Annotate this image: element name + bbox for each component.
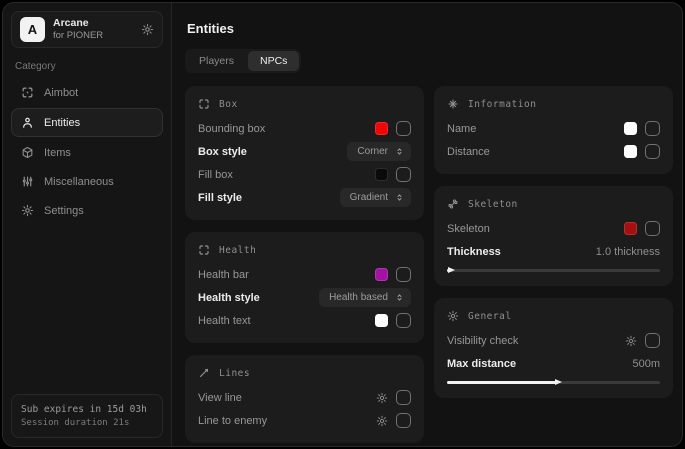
line-icon — [198, 367, 210, 379]
color-swatch[interactable] — [375, 314, 388, 327]
row-line-to-enemy: Line to enemy — [198, 409, 411, 432]
unfold-icon — [395, 193, 404, 202]
session-duration-text: Session duration 21s — [21, 417, 153, 430]
sidebar-item-label: Items — [44, 147, 71, 159]
tab-group: Players NPCs — [185, 49, 301, 73]
row-box-style: Box style Corner — [198, 140, 411, 163]
window: A Arcane for PIONER Category Aimbot Enti… — [2, 2, 683, 447]
page-title: Entities — [187, 21, 673, 36]
color-swatch[interactable] — [624, 122, 637, 135]
thickness-value: 1.0 thickness — [596, 246, 660, 258]
color-swatch[interactable] — [624, 222, 637, 235]
fill-box-checkbox[interactable] — [396, 167, 411, 182]
sidebar-item-label: Aimbot — [44, 87, 78, 99]
unfold-icon — [395, 147, 404, 156]
sidebar-item-aimbot[interactable]: Aimbot — [11, 79, 163, 106]
subscription-info: Sub expires in 15d 03h Session duration … — [11, 394, 163, 438]
sidebar-item-entities[interactable]: Entities — [11, 108, 163, 137]
category-label: Category — [15, 61, 159, 72]
card-title: Health — [219, 245, 256, 256]
sparkle-icon — [447, 98, 459, 110]
sidebar-item-label: Entities — [44, 117, 80, 129]
sidebar-item-label: Settings — [44, 205, 84, 217]
slider-thumb[interactable] — [448, 267, 455, 273]
row-fill-box: Fill box — [198, 163, 411, 186]
brand-card: A Arcane for PIONER — [11, 11, 163, 48]
brand-logo: A — [20, 17, 45, 42]
gear-icon[interactable] — [625, 335, 637, 347]
distance-checkbox[interactable] — [645, 144, 660, 159]
tab-players[interactable]: Players — [187, 51, 246, 71]
gear-icon[interactable] — [376, 392, 388, 404]
unfold-icon — [395, 293, 404, 302]
gear-icon — [447, 310, 459, 322]
sliders-icon — [21, 175, 34, 188]
bounding-box-checkbox[interactable] — [396, 121, 411, 136]
sidebar-item-miscellaneous[interactable]: Miscellaneous — [11, 168, 163, 195]
corners-icon — [198, 244, 210, 256]
max-distance-value: 500m — [632, 358, 660, 370]
sub-expires-text: Sub expires in 15d 03h — [21, 402, 153, 417]
fill-style-dropdown[interactable]: Gradient — [340, 188, 411, 207]
row-bounding-box: Bounding box — [198, 117, 411, 140]
corners-icon — [198, 98, 210, 110]
row-view-line: View line — [198, 386, 411, 409]
skeleton-checkbox[interactable] — [645, 221, 660, 236]
card-title: General — [468, 311, 512, 322]
name-checkbox[interactable] — [645, 121, 660, 136]
card-lines: Lines View line Line to enemy — [185, 355, 424, 443]
row-max-distance: Max distance 500m — [447, 352, 660, 375]
row-health-text: Health text — [198, 309, 411, 332]
card-title: Box — [219, 99, 238, 110]
card-title: Lines — [219, 368, 250, 379]
sidebar-item-label: Miscellaneous — [44, 176, 114, 188]
visibility-check-checkbox[interactable] — [645, 333, 660, 348]
gear-icon[interactable] — [141, 23, 154, 36]
gear-icon — [21, 204, 34, 217]
tab-npcs[interactable]: NPCs — [248, 51, 299, 71]
bone-icon — [447, 198, 459, 210]
brand-subtitle: for PIONER — [53, 30, 103, 42]
row-distance: Distance — [447, 140, 660, 163]
row-fill-style: Fill style Gradient — [198, 186, 411, 209]
card-title: Information — [468, 99, 536, 110]
health-bar-checkbox[interactable] — [396, 267, 411, 282]
color-swatch[interactable] — [375, 122, 388, 135]
row-skeleton: Skeleton — [447, 217, 660, 240]
row-thickness: Thickness 1.0 thickness — [447, 240, 660, 263]
row-visibility-check: Visibility check — [447, 329, 660, 352]
person-icon — [21, 116, 34, 129]
brand-name: Arcane — [53, 17, 103, 30]
card-information: Information Name Distance — [434, 86, 673, 174]
sidebar: A Arcane for PIONER Category Aimbot Enti… — [3, 3, 172, 446]
cube-icon — [21, 146, 34, 159]
crosshair-icon — [21, 86, 34, 99]
max-distance-slider[interactable] — [447, 378, 660, 387]
sidebar-item-settings[interactable]: Settings — [11, 197, 163, 224]
row-health-style: Health style Health based — [198, 286, 411, 309]
slider-thumb[interactable] — [555, 379, 562, 385]
row-name: Name — [447, 117, 660, 140]
card-box: Box Bounding box Box style Corner — [185, 86, 424, 220]
color-swatch[interactable] — [375, 268, 388, 281]
box-style-dropdown[interactable]: Corner — [347, 142, 411, 161]
color-swatch[interactable] — [375, 168, 388, 181]
thickness-slider[interactable] — [447, 266, 660, 275]
view-line-checkbox[interactable] — [396, 390, 411, 405]
line-to-enemy-checkbox[interactable] — [396, 413, 411, 428]
card-skeleton: Skeleton Skeleton Thickness 1.0 thicknes… — [434, 186, 673, 286]
health-text-checkbox[interactable] — [396, 313, 411, 328]
card-general: General Visibility check Max distance — [434, 298, 673, 398]
main-panel: Entities Players NPCs Box Bounding box — [172, 3, 683, 446]
health-style-dropdown[interactable]: Health based — [319, 288, 411, 307]
gear-icon[interactable] — [376, 415, 388, 427]
card-health: Health Health bar Health style Health ba… — [185, 232, 424, 343]
color-swatch[interactable] — [624, 145, 637, 158]
card-title: Skeleton — [468, 199, 518, 210]
sidebar-item-items[interactable]: Items — [11, 139, 163, 166]
row-health-bar: Health bar — [198, 263, 411, 286]
